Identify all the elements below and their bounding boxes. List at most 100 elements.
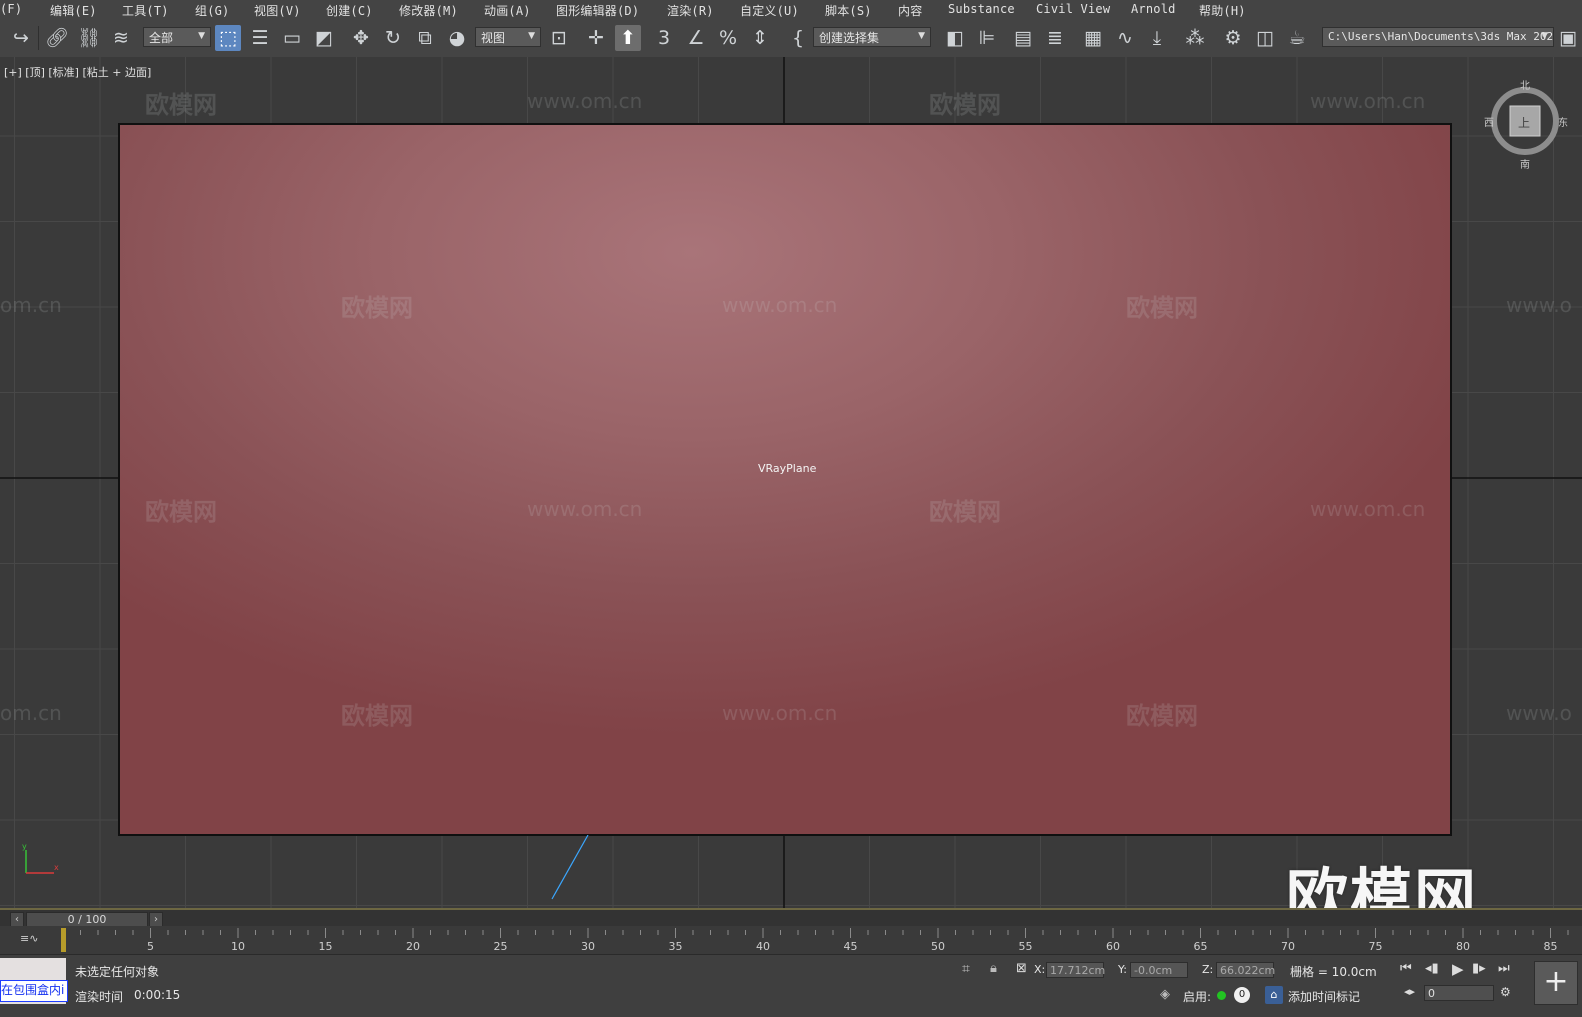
select-manipulate-icon[interactable]: ✛ [583, 25, 609, 51]
maximize-viewport-icon[interactable]: + [1534, 961, 1578, 1005]
link-icon[interactable]: 🔗︎ [44, 25, 70, 51]
frame-tick-label: 30 [581, 940, 595, 953]
add-time-tag-button[interactable]: 添加时间标记 [1288, 988, 1360, 1005]
previous-frame-icon[interactable]: ◂▮ [1425, 961, 1439, 976]
y-coord-field[interactable]: -0.0cm [1130, 962, 1188, 978]
edit-named-selection-icon[interactable]: { [785, 25, 811, 51]
scale-icon[interactable]: ⧉ [412, 25, 438, 51]
selection-lock-icon[interactable]: 🔒︎ [990, 961, 997, 976]
camera-line [551, 835, 589, 900]
enable-count-badge[interactable]: 0 [1234, 987, 1250, 1003]
toggle-ribbon-icon[interactable]: ▦ [1080, 25, 1106, 51]
menu-item[interactable]: 动画(A) [484, 2, 531, 19]
go-to-start-icon[interactable]: ⏮ [1400, 961, 1412, 976]
time-slider-bar: ‹ 0 / 100 › [0, 908, 1582, 928]
curve-editor-mini-icon[interactable]: ≡∿ [20, 932, 38, 945]
maxscript-listener-input[interactable]: 在包围盒内i [0, 980, 68, 1002]
menu-item[interactable]: 帮助(H) [1199, 2, 1246, 19]
angle-snap-icon[interactable]: ∠ [683, 25, 709, 51]
grid-size: 栅格 = 10.0cm [1290, 965, 1377, 979]
menu-item[interactable]: Substance [948, 2, 1015, 16]
current-frame-marker[interactable] [61, 928, 66, 952]
render-setup-icon[interactable]: ◫ [1252, 25, 1278, 51]
caret-down-icon: ▼ [528, 31, 535, 41]
frame-tick-label: 10 [231, 940, 245, 953]
select-object-icon[interactable]: ⬚ [215, 25, 241, 51]
viewcube-east: 东 [1558, 118, 1568, 129]
play-icon[interactable]: ▶ [1452, 960, 1464, 978]
pivot-center-icon[interactable]: ⊡ [546, 25, 572, 51]
track-bar[interactable]: ≡∿ 5 10 15 20 25 30 35 40 45 50 55 60 65 70 75 80 85 [0, 926, 1582, 955]
time-config-icon[interactable]: ⚙ [1500, 985, 1511, 999]
select-by-name-icon[interactable]: ☰ [247, 25, 273, 51]
material-editor-icon[interactable]: ⚙ [1220, 25, 1246, 51]
current-frame-field[interactable]: 0 [1424, 985, 1494, 1001]
viewport-top[interactable]: [+] [顶] [标准] [粘土 + 边面] 欧模网 www.om.cn 欧模网 ww… [0, 57, 1582, 908]
frame-tick-label: 65 [1194, 940, 1208, 953]
go-to-end-icon[interactable]: ⏭ [1498, 961, 1510, 976]
menu-item[interactable]: Arnold [1131, 2, 1176, 16]
isolate-selection-icon[interactable]: ⌗ [962, 961, 970, 977]
dope-sheet-icon[interactable]: ⤓ [1144, 25, 1170, 51]
bind-spacewarp-icon[interactable]: ≋ [108, 25, 134, 51]
spinner-snap-icon[interactable]: ⇕ [747, 25, 773, 51]
menu-item[interactable]: Civil View [1036, 2, 1110, 16]
named-selection-dropdown[interactable]: 创建选择集 ▼ [813, 27, 931, 47]
snaps-toggle-icon[interactable]: 3 [651, 25, 677, 51]
viewcube-face-label: 上 [1518, 116, 1531, 130]
menu-item[interactable]: 编辑(E) [50, 2, 97, 19]
rect-selection-region-icon[interactable]: ▭ [279, 25, 305, 51]
frame-tick-label: 20 [406, 940, 420, 953]
time-tag-icon[interactable]: ⌂ [1265, 986, 1283, 1004]
window-crossing-icon[interactable]: ◩ [311, 25, 337, 51]
place-icon[interactable]: ◕ [444, 25, 470, 51]
unlink-icon[interactable]: ⛓ [76, 25, 102, 51]
frame-tick-label: 5 [147, 940, 154, 953]
menu-item[interactable]: 修改器(M) [399, 2, 458, 19]
render-teapot-icon[interactable]: ☕ [1284, 25, 1310, 51]
mirror-icon[interactable]: ◧ [942, 25, 968, 51]
menu-item[interactable]: 脚本(S) [825, 2, 872, 19]
menu-item[interactable]: 图形编辑器(D) [556, 2, 639, 19]
frame-tick-label: 40 [756, 940, 770, 953]
next-frame-icon[interactable]: ▮▸ [1472, 961, 1486, 976]
menu-item[interactable]: 渲染(R) [667, 2, 714, 19]
frame-ruler: 5 10 15 20 25 30 35 40 45 50 55 60 65 70 75 80 85 [62, 928, 1569, 953]
redo-icon[interactable]: ↪ [8, 25, 34, 51]
move-icon[interactable]: ✥ [348, 25, 374, 51]
svg-text:x: x [54, 863, 59, 872]
menu-item[interactable]: 自定义(U) [740, 2, 799, 19]
project-folder-icon[interactable]: ▣ [1558, 25, 1578, 51]
layer-explorer-icon[interactable]: ≣ [1042, 25, 1068, 51]
absolute-mode-icon[interactable]: ⊠ [1016, 961, 1027, 976]
menu-item[interactable]: 组(G) [195, 2, 229, 19]
adaptive-degradation-icon[interactable]: ◈ [1160, 987, 1170, 1002]
ref-coord-dropdown[interactable]: 视图 ▼ [475, 27, 541, 47]
project-path-value: C:\Users\Han\Documents\3ds Max 2022 [1328, 30, 1554, 43]
curve-editor-icon[interactable]: ∿ [1112, 25, 1138, 51]
key-mode-icon[interactable]: ◂▸ [1404, 985, 1415, 998]
menu-item[interactable]: 工具(T) [122, 2, 169, 19]
viewcube[interactable]: 上 北 南 西 东 [1480, 76, 1570, 171]
frame-tick-label: 55 [1019, 940, 1033, 953]
rotate-icon[interactable]: ↻ [380, 25, 406, 51]
menu-item[interactable]: 内容 [898, 2, 922, 19]
menu-item[interactable]: 创建(C) [326, 2, 373, 19]
frame-tick-label: 50 [931, 940, 945, 953]
render-time-value: 0:00:15 [134, 988, 181, 1002]
scene-explorer-icon[interactable]: ▤ [1010, 25, 1036, 51]
project-path-field[interactable]: C:\Users\Han\Documents\3ds Max 2022 ▼ [1322, 27, 1554, 47]
z-coord-field[interactable]: 66.022cm [1216, 962, 1275, 978]
align-icon[interactable]: ⊫ [974, 25, 1000, 51]
percent-snap-icon[interactable]: % [715, 25, 741, 51]
x-coord-field[interactable]: 17.712cm [1046, 962, 1105, 978]
enable-label: 启用: [1183, 990, 1212, 1004]
caret-down-icon: ▼ [1541, 31, 1548, 41]
vray-plane-object[interactable] [118, 123, 1452, 836]
brand-watermark: 欧模网 [1285, 861, 1478, 908]
menu-item[interactable]: 视图(V) [254, 2, 301, 19]
menu-item[interactable]: (F) [0, 2, 22, 16]
keyboard-shortcut-override-icon[interactable]: ⬆ [615, 25, 641, 51]
selection-filter-dropdown[interactable]: 全部 ▼ [143, 27, 211, 47]
schematic-view-icon[interactable]: ⁂ [1182, 25, 1208, 51]
